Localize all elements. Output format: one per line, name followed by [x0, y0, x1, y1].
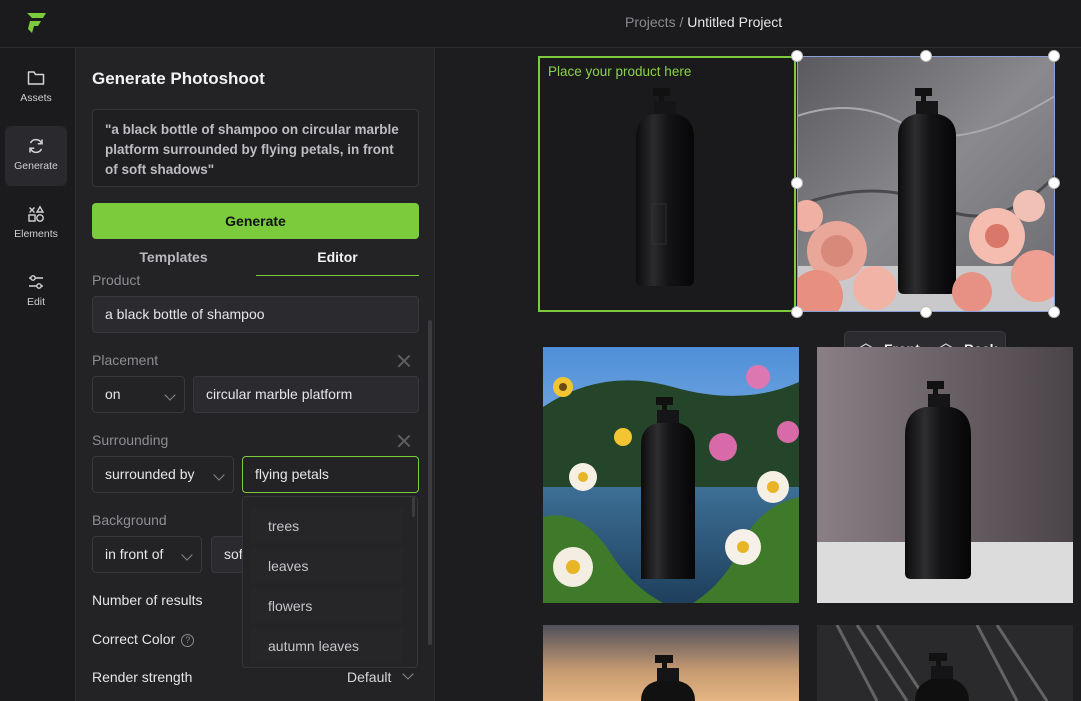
- sliders-icon: [29, 275, 43, 289]
- product-label: Product: [92, 272, 141, 288]
- panel-title: Generate Photoshoot: [92, 69, 265, 88]
- surrounding-preposition-select[interactable]: surrounded by: [92, 456, 234, 493]
- refresh-icon: [29, 138, 43, 154]
- resize-handle-ne[interactable]: [1048, 50, 1060, 62]
- remove-surrounding-icon[interactable]: [397, 434, 411, 448]
- placement-preposition-value: on: [105, 386, 121, 402]
- resize-handle-e[interactable]: [1048, 177, 1060, 189]
- background-label: Background: [92, 512, 167, 528]
- shapes-icon: [28, 205, 45, 222]
- resize-handle-s[interactable]: [920, 306, 932, 318]
- breadcrumb-separator: /: [675, 14, 688, 30]
- product-placeholder[interactable]: Place your product here: [538, 56, 796, 312]
- prompt-preview[interactable]: "a black bottle of shampoo on circular m…: [92, 109, 419, 187]
- resize-handle-w[interactable]: [791, 177, 803, 189]
- generate-panel: Generate Photoshoot "a black bottle of s…: [76, 48, 435, 701]
- rail-item-assets[interactable]: Assets: [5, 58, 67, 118]
- dropdown-scrollbar[interactable]: [412, 497, 415, 517]
- rail-label: Generate: [14, 160, 58, 172]
- chevron-down-icon: [164, 389, 176, 401]
- rail-label: Edit: [26, 296, 46, 308]
- chevron-down-icon: [213, 469, 225, 481]
- shampoo-bottle-image: [636, 88, 694, 286]
- product-input[interactable]: a black bottle of shampoo: [92, 296, 419, 333]
- panel-scrollbar[interactable]: [428, 320, 432, 645]
- surrounding-preposition-value: surrounded by: [105, 466, 195, 482]
- remove-placement-icon[interactable]: [397, 354, 411, 368]
- suggestion-option[interactable]: leaves: [251, 549, 403, 583]
- tab-editor[interactable]: Editor: [256, 244, 419, 276]
- surrounding-suggestions-dropdown: trees leaves flowers autumn leaves: [242, 496, 418, 668]
- placement-preposition-select[interactable]: on: [92, 376, 185, 413]
- chevron-down-icon: [181, 549, 193, 561]
- generated-image-lake-flowers[interactable]: [543, 347, 799, 603]
- background-preposition-select[interactable]: in front of: [92, 536, 202, 573]
- suggestion-option[interactable]: flowers: [251, 589, 403, 623]
- render-strength-select[interactable]: Default: [347, 669, 391, 685]
- correct-color-label: Correct Color: [92, 631, 176, 647]
- rail-label: Elements: [14, 228, 58, 240]
- generated-image-sunset[interactable]: [543, 625, 799, 701]
- canvas[interactable]: Place your product here: [436, 48, 1081, 701]
- top-bar: Projects / Untitled Project: [0, 0, 1081, 48]
- panel-tabs: Templates Editor: [92, 244, 419, 276]
- generate-button[interactable]: Generate: [92, 203, 419, 239]
- surrounding-label: Surrounding: [92, 432, 169, 448]
- breadcrumb: Projects / Untitled Project: [625, 14, 782, 30]
- correct-color-row: Correct Color?: [92, 631, 195, 647]
- rail-label: Assets: [20, 92, 52, 104]
- placement-input[interactable]: circular marble platform: [193, 376, 419, 413]
- resize-handle-n[interactable]: [920, 50, 932, 62]
- resize-handle-nw[interactable]: [791, 50, 803, 62]
- folder-icon: [27, 71, 45, 85]
- rail-item-elements[interactable]: Elements: [5, 194, 67, 254]
- background-preposition-value: in front of: [105, 546, 164, 562]
- render-strength-label: Render strength: [92, 669, 193, 685]
- sunset-bottle-image: [543, 625, 799, 701]
- left-rail: Assets Generate Elements Edit: [0, 48, 76, 701]
- help-icon[interactable]: ?: [181, 634, 195, 647]
- resize-handle-se[interactable]: [1048, 306, 1060, 318]
- generated-image-studio[interactable]: [817, 347, 1073, 603]
- generated-image-rain[interactable]: [817, 625, 1073, 701]
- breadcrumb-current[interactable]: Untitled Project: [687, 14, 782, 30]
- surrounding-input[interactable]: flying petals: [242, 456, 419, 493]
- suggestion-option[interactable]: autumn leaves: [251, 629, 403, 663]
- rain-bottle-image: [817, 625, 1073, 701]
- chevron-down-icon: [402, 668, 414, 680]
- rail-item-generate[interactable]: Generate: [5, 126, 67, 186]
- breadcrumb-projects[interactable]: Projects: [625, 14, 676, 30]
- lake-flowers-image: [543, 347, 799, 603]
- brand-logo-icon[interactable]: [24, 11, 48, 35]
- resize-handle-sw[interactable]: [791, 306, 803, 318]
- rail-item-edit[interactable]: Edit: [5, 262, 67, 322]
- number-of-results-label: Number of results: [92, 592, 203, 608]
- suggestion-option[interactable]: trees: [251, 509, 403, 543]
- placement-label: Placement: [92, 352, 159, 368]
- selection-frame: [797, 56, 1055, 312]
- studio-bottle-image: [817, 347, 1073, 603]
